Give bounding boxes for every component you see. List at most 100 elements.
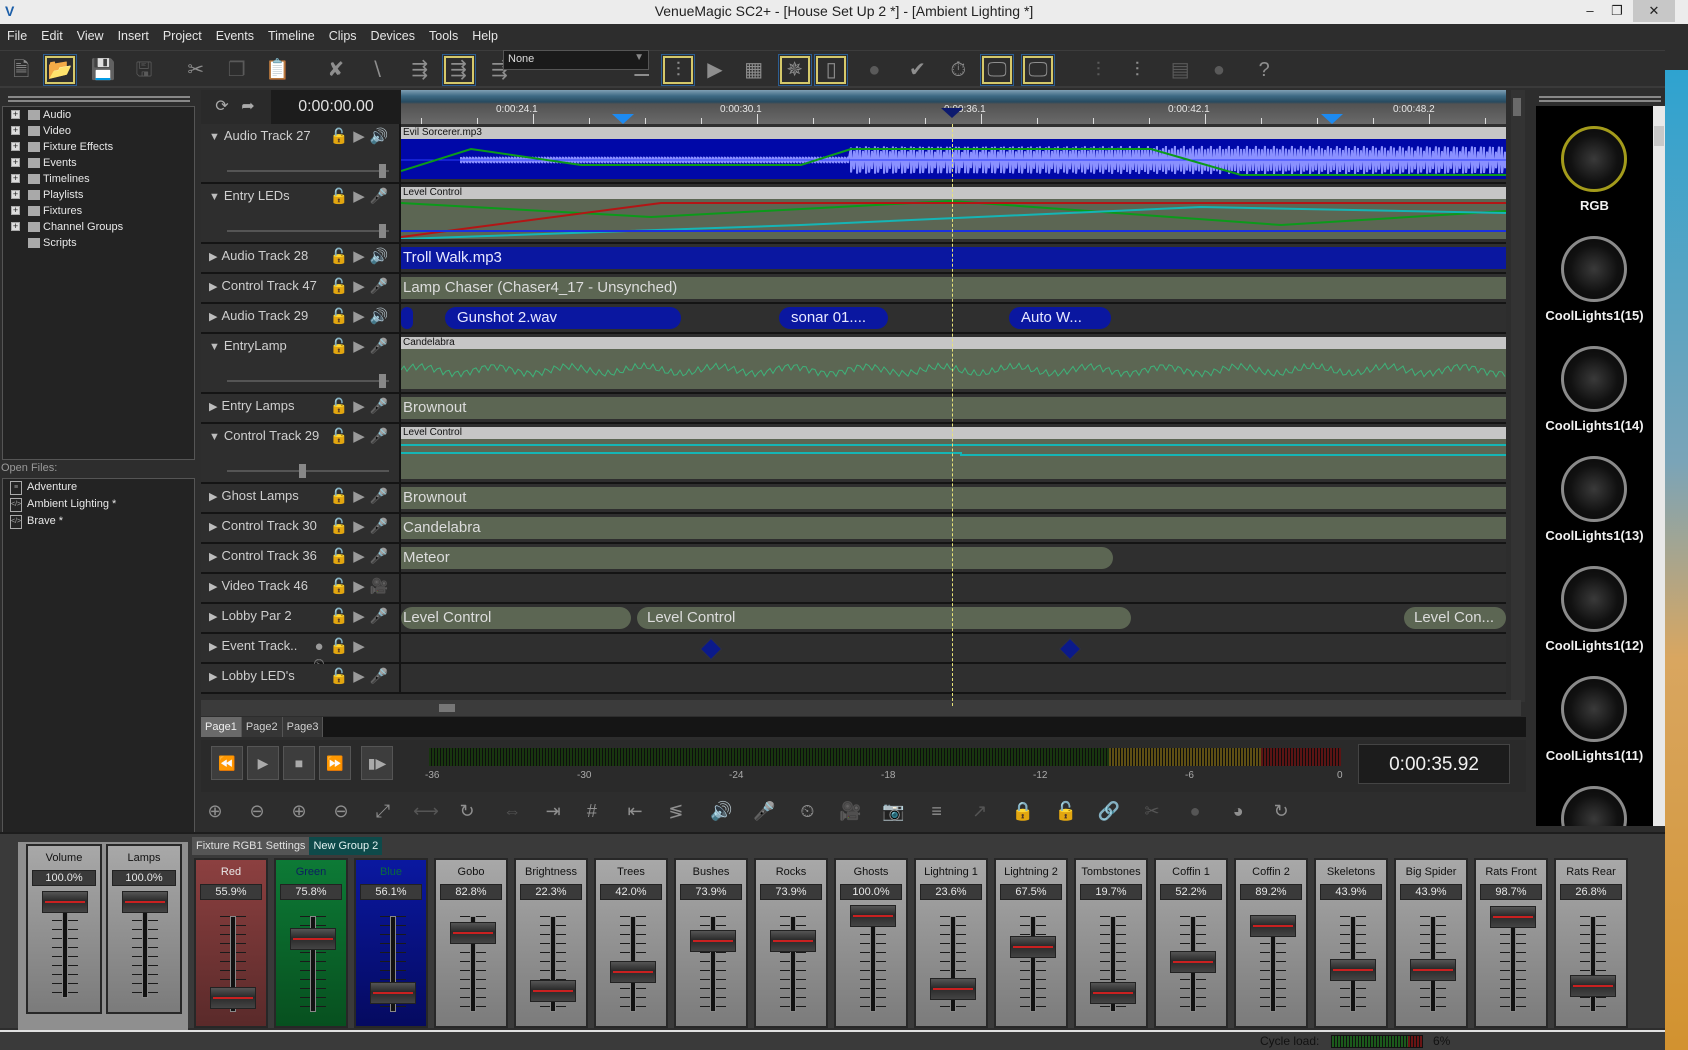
fader-value[interactable]: 75.8% [280,884,342,900]
fader-knob[interactable] [530,979,576,1002]
menu-insert[interactable]: Insert [111,24,156,48]
fader-knob[interactable] [770,930,816,953]
fader-knob[interactable] [1250,915,1296,938]
fader-add-icon[interactable]: ⫶ [1120,54,1154,86]
dmx-burst-icon[interactable]: ✵ [778,54,812,86]
fader-track[interactable] [1030,916,1036,1012]
playhead-line[interactable] [952,124,953,706]
scroll-thumb[interactable] [439,704,455,712]
menu-project[interactable]: Project [156,24,209,48]
clip[interactable]: Level Control [401,187,1506,239]
expand-icon[interactable]: + [11,158,20,167]
fader-knob[interactable] [1170,950,1216,973]
track-play-icon[interactable]: ▶ [349,548,369,566]
device-panel-icon[interactable]: ▯ [814,54,848,86]
track-play-icon[interactable]: ▶ [349,248,369,266]
snapshot-icon[interactable]: 📷 [880,797,908,825]
unlock-icon[interactable]: 🔓 [1052,797,1080,825]
snap-to-end-icon[interactable]: ⇥ [539,797,567,825]
track-name[interactable]: ▶ Audio Track 29 [209,308,308,323]
screen-in-icon[interactable]: 🖵 [980,54,1014,86]
expand-icon[interactable]: + [11,142,20,151]
open-file-item[interactable]: ≡ Adventure [3,479,194,496]
track-play-icon[interactable]: ▶ [349,578,369,596]
menu-help[interactable]: Help [465,24,505,48]
track-list-icon[interactable]: ≡ [923,797,951,825]
track-play-icon[interactable]: ▶ [349,518,369,536]
clip[interactable]: Level Con... [1404,607,1506,629]
align-left-icon[interactable]: ⇤ [621,797,649,825]
menu-edit[interactable]: Edit [34,24,70,48]
fader-knob[interactable] [1570,975,1616,998]
fader-knob[interactable] [610,960,656,983]
video-play-icon[interactable]: ▶ [698,54,732,86]
expand-icon[interactable]: + [11,222,20,231]
slider-knob[interactable] [379,224,386,238]
timeline-marker-icon[interactable] [1321,114,1343,124]
fixture-preview[interactable]: CoolLights1(12) [1536,560,1653,670]
paste-icon[interactable]: 📋 [261,54,295,86]
split-icon[interactable]: ⇔ [498,797,526,825]
lock-icon[interactable]: 🔓 [329,548,349,566]
fader-value[interactable]: 98.7% [1480,884,1542,900]
no-link-icon[interactable]: ∖ [360,54,394,86]
track-name[interactable]: ▶ Control Track 47 [209,278,317,293]
fader-value[interactable]: 52.2% [1160,884,1222,900]
lock-icon[interactable]: 🔓 [329,278,349,296]
clip[interactable]: Candelabra [401,517,1506,539]
rewind-button[interactable]: ⏪ [211,746,243,780]
timeline-marker-icon[interactable] [612,114,634,124]
lock-icon[interactable]: 🔓 [329,428,349,446]
zoom-out-icon[interactable]: ⊖ [243,797,271,825]
fader-knob[interactable] [122,891,168,913]
zoom-in-icon[interactable]: ⊕ [201,797,229,825]
fader-knob[interactable] [290,928,336,951]
add-control-track-icon[interactable]: 🎤 [750,797,778,825]
tree-item-playlists[interactable]: + Playlists [3,187,194,203]
track-name[interactable]: ▶ Entry Lamps [209,398,294,413]
clip[interactable]: Auto W... [1009,307,1111,329]
tree-item-fixture-effects[interactable]: + Fixture Effects [3,139,194,155]
fader-knob[interactable] [1410,958,1456,981]
fader-track[interactable] [1590,916,1596,1012]
open-file-icon[interactable]: 📂 [43,54,77,86]
zoom-in-vertical-icon[interactable]: ⊕ [285,797,313,825]
unlink-icon[interactable]: ✂ [1138,797,1166,825]
selection-dropdown[interactable]: None ▼ [503,50,649,70]
clip[interactable]: Lamp Chaser (Chaser4_17 - Unsynched) [401,277,1506,299]
fader-knob[interactable] [1330,958,1376,981]
fast-forward-button[interactable]: ⏩ [319,746,351,780]
snap-icon[interactable]: ⟳ [211,96,233,118]
record-lock-icon[interactable]: ◕ [1224,797,1252,825]
track-level-slider[interactable] [227,164,389,178]
add-video-track-icon[interactable]: 🎥 [836,797,864,825]
page-tab-2[interactable]: Page2 [241,717,283,737]
fog-list-icon[interactable]: ● [1202,54,1236,86]
tree-item-events[interactable]: + Events [3,155,194,171]
lock-icon[interactable]: 🔓 [329,398,349,416]
stop-button[interactable]: ■ [283,746,315,780]
timeline-vertical-scrollbar[interactable] [1511,90,1525,702]
expand-icon[interactable]: + [11,190,20,199]
menu-tools[interactable]: Tools [422,24,465,48]
cut-icon[interactable]: ✂ [179,54,213,86]
lock-icon[interactable]: 🔓 [329,578,349,596]
save-icon[interactable]: 💾 [86,54,120,86]
tree-item-scripts[interactable]: Scripts [3,235,194,251]
panel-grip[interactable] [8,96,190,102]
fader-track[interactable] [62,902,68,998]
expand-icon[interactable]: + [11,174,20,183]
menu-devices[interactable]: Devices [364,24,422,48]
collapse-triangle-icon[interactable]: ▼ [209,431,220,443]
event-marker-icon[interactable] [699,637,723,661]
grid-lock-icon[interactable]: # [578,797,606,825]
menu-timeline[interactable]: Timeline [261,24,322,48]
link-icon[interactable]: 🔗 [1095,797,1123,825]
tree-item-audio[interactable]: + Audio [3,107,194,123]
track-name[interactable]: ▶ Video Track 46 [209,578,308,593]
clip[interactable]: Meteor [401,547,1113,569]
no-fixture-icon[interactable]: ✘ [319,54,353,86]
lock-icon[interactable]: 🔓 [329,608,349,626]
lock-icon[interactable]: 🔓 [329,488,349,506]
fader-track[interactable] [1510,916,1516,1012]
